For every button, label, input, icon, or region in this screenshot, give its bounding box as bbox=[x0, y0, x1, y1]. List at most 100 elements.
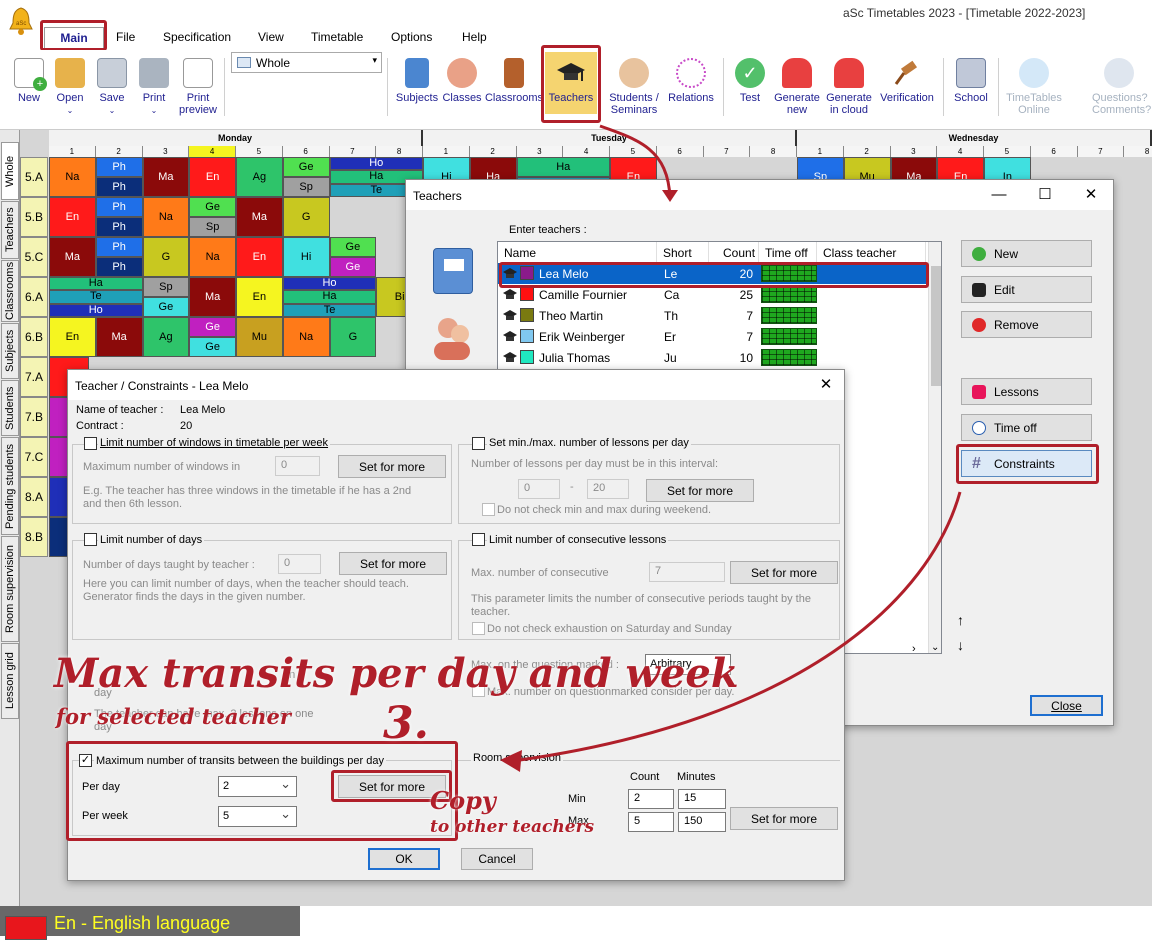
menu-options[interactable]: Options bbox=[391, 30, 432, 44]
teachers-lessons-button[interactable]: Lessons bbox=[961, 378, 1092, 405]
tab-room-supervision[interactable]: Room supervision bbox=[1, 536, 19, 642]
windows-max-input[interactable]: 0 bbox=[275, 456, 320, 476]
lesson-card[interactable]: G bbox=[282, 197, 330, 237]
lesson-card[interactable]: Ho bbox=[329, 157, 423, 171]
open-button[interactable]: Open ⌄ bbox=[53, 58, 87, 117]
lesson-card[interactable]: En bbox=[189, 157, 236, 197]
class-label[interactable]: 5.B bbox=[20, 197, 48, 237]
lesson-card[interactable]: Ma bbox=[142, 157, 190, 197]
teacher-row[interactable]: Theo Martin Th 7 bbox=[498, 305, 926, 326]
verification-button[interactable]: Verification bbox=[877, 58, 937, 104]
ok-button[interactable]: OK bbox=[368, 848, 440, 870]
teachers-new-button[interactable]: New bbox=[961, 240, 1092, 267]
menu-file[interactable]: File bbox=[116, 30, 135, 44]
windows-checkbox[interactable] bbox=[84, 437, 97, 450]
print-preview-button[interactable]: Print preview bbox=[178, 58, 218, 116]
lesson-card[interactable]: Ge bbox=[282, 157, 330, 177]
tab-subjects[interactable]: Subjects bbox=[1, 323, 19, 379]
class-label[interactable]: 7.A bbox=[20, 357, 48, 397]
menu-timetable[interactable]: Timetable bbox=[311, 30, 363, 44]
minimize-icon[interactable]: — bbox=[976, 180, 1022, 210]
consecutive-checkbox[interactable] bbox=[472, 533, 485, 546]
class-label[interactable]: 7.C bbox=[20, 437, 48, 477]
lesson-card[interactable]: Ge bbox=[142, 297, 190, 317]
move-up-icon[interactable]: ↑ bbox=[957, 612, 964, 628]
test-button[interactable]: ✓ Test bbox=[733, 58, 767, 104]
school-button[interactable]: School bbox=[950, 58, 992, 104]
class-label[interactable]: 8.B bbox=[20, 517, 48, 557]
menu-specification[interactable]: Specification bbox=[163, 30, 231, 44]
consecutive-set-for-more-button[interactable]: Set for more bbox=[730, 561, 838, 584]
lesson-card[interactable]: Ge bbox=[329, 237, 377, 257]
cancel-button[interactable]: Cancel bbox=[461, 848, 533, 870]
lesson-card[interactable]: Na bbox=[189, 237, 236, 277]
close-icon[interactable]: ✕ bbox=[1068, 180, 1114, 210]
lesson-card[interactable]: Na bbox=[142, 197, 190, 237]
lesson-card[interactable]: Hi bbox=[282, 237, 330, 277]
close-icon[interactable]: ✕ bbox=[806, 370, 846, 400]
min-lessons-input[interactable]: 0 bbox=[518, 479, 560, 499]
lesson-card[interactable]: Mu bbox=[236, 317, 283, 357]
tab-students[interactable]: Students bbox=[1, 380, 19, 436]
lesson-card[interactable]: G bbox=[142, 237, 190, 277]
column-name[interactable]: Name bbox=[498, 242, 657, 262]
lesson-card[interactable]: Ph bbox=[95, 177, 143, 197]
tab-pending-students[interactable]: Pending students bbox=[1, 437, 19, 535]
new-button[interactable]: + New bbox=[12, 58, 47, 104]
questions-button[interactable]: Questions?Comments? Wi bbox=[1092, 58, 1152, 116]
teachers-edit-button[interactable]: Edit bbox=[961, 276, 1092, 303]
subjects-button[interactable]: Subjects bbox=[394, 58, 440, 104]
lesson-card[interactable]: En bbox=[236, 237, 283, 277]
lesson-card[interactable]: Te bbox=[282, 303, 377, 317]
lesson-card[interactable]: Ph bbox=[95, 237, 143, 257]
class-label[interactable]: 5.A bbox=[20, 157, 48, 197]
exhaustion-checkbox[interactable] bbox=[472, 622, 485, 635]
consecutive-input[interactable]: 7 bbox=[649, 562, 725, 582]
save-button[interactable]: Save ⌄ bbox=[95, 58, 129, 117]
lesson-card[interactable]: Sp bbox=[189, 217, 236, 237]
menu-view[interactable]: View bbox=[258, 30, 284, 44]
room-max-minutes-input[interactable]: 150 bbox=[678, 812, 726, 832]
lesson-card[interactable]: Ho bbox=[282, 277, 377, 291]
relations-button[interactable]: Relations bbox=[666, 58, 716, 104]
lesson-card[interactable]: Ma bbox=[189, 277, 236, 317]
teacher-row[interactable]: Erik Weinberger Er 7 bbox=[498, 326, 926, 347]
lesson-card[interactable]: Sp bbox=[282, 177, 330, 197]
column-class-teacher[interactable]: Class teacher bbox=[817, 242, 926, 262]
generate-new-button[interactable]: Generate new bbox=[772, 58, 822, 116]
timetables-online-button[interactable]: TimeTables Online bbox=[1004, 58, 1064, 116]
tab-lesson-grid[interactable]: Lesson grid bbox=[1, 643, 19, 719]
column-count[interactable]: Count bbox=[709, 242, 759, 262]
lesson-card[interactable]: Ph bbox=[95, 157, 143, 177]
lesson-card[interactable]: Sp bbox=[142, 277, 190, 297]
lesson-card[interactable]: Ge bbox=[189, 197, 236, 217]
tab-whole[interactable]: Whole bbox=[1, 142, 19, 200]
days-set-for-more-button[interactable]: Set for more bbox=[339, 552, 447, 575]
list-scroll-right-icon[interactable]: › bbox=[912, 643, 916, 655]
room-min-minutes-input[interactable]: 15 bbox=[678, 789, 726, 809]
classes-button[interactable]: Classes bbox=[441, 58, 483, 104]
room-max-count-input[interactable]: 5 bbox=[628, 812, 674, 832]
lesson-card[interactable]: Ph bbox=[95, 217, 143, 237]
room-min-count-input[interactable]: 2 bbox=[628, 789, 674, 809]
classrooms-button[interactable]: Classrooms bbox=[484, 58, 544, 104]
max-lessons-input[interactable]: 20 bbox=[587, 479, 629, 499]
lesson-card[interactable]: Ph bbox=[95, 197, 143, 217]
lesson-card[interactable]: Ph bbox=[95, 257, 143, 277]
lesson-card[interactable]: Ag bbox=[142, 317, 190, 357]
menu-help[interactable]: Help bbox=[462, 30, 487, 44]
move-down-icon[interactable]: ↓ bbox=[957, 637, 964, 653]
lesson-card[interactable]: En bbox=[49, 197, 96, 237]
lesson-card[interactable]: Ag bbox=[236, 157, 283, 197]
lesson-card[interactable]: En bbox=[236, 277, 283, 317]
teacher-row[interactable]: Julia Thomas Ju 10 bbox=[498, 347, 926, 368]
lesson-card[interactable]: Ge bbox=[189, 317, 236, 337]
list-scrollbar[interactable]: ⌄ bbox=[928, 242, 941, 653]
lesson-card[interactable]: En bbox=[49, 317, 96, 357]
column-time-off[interactable]: Time off bbox=[759, 242, 817, 262]
days-checkbox[interactable] bbox=[84, 533, 97, 546]
generate-cloud-button[interactable]: Generate in cloud bbox=[824, 58, 874, 116]
class-label[interactable]: 7.B bbox=[20, 397, 48, 437]
lesson-card[interactable]: Ge bbox=[189, 337, 236, 357]
lesson-card[interactable]: G bbox=[329, 317, 377, 357]
